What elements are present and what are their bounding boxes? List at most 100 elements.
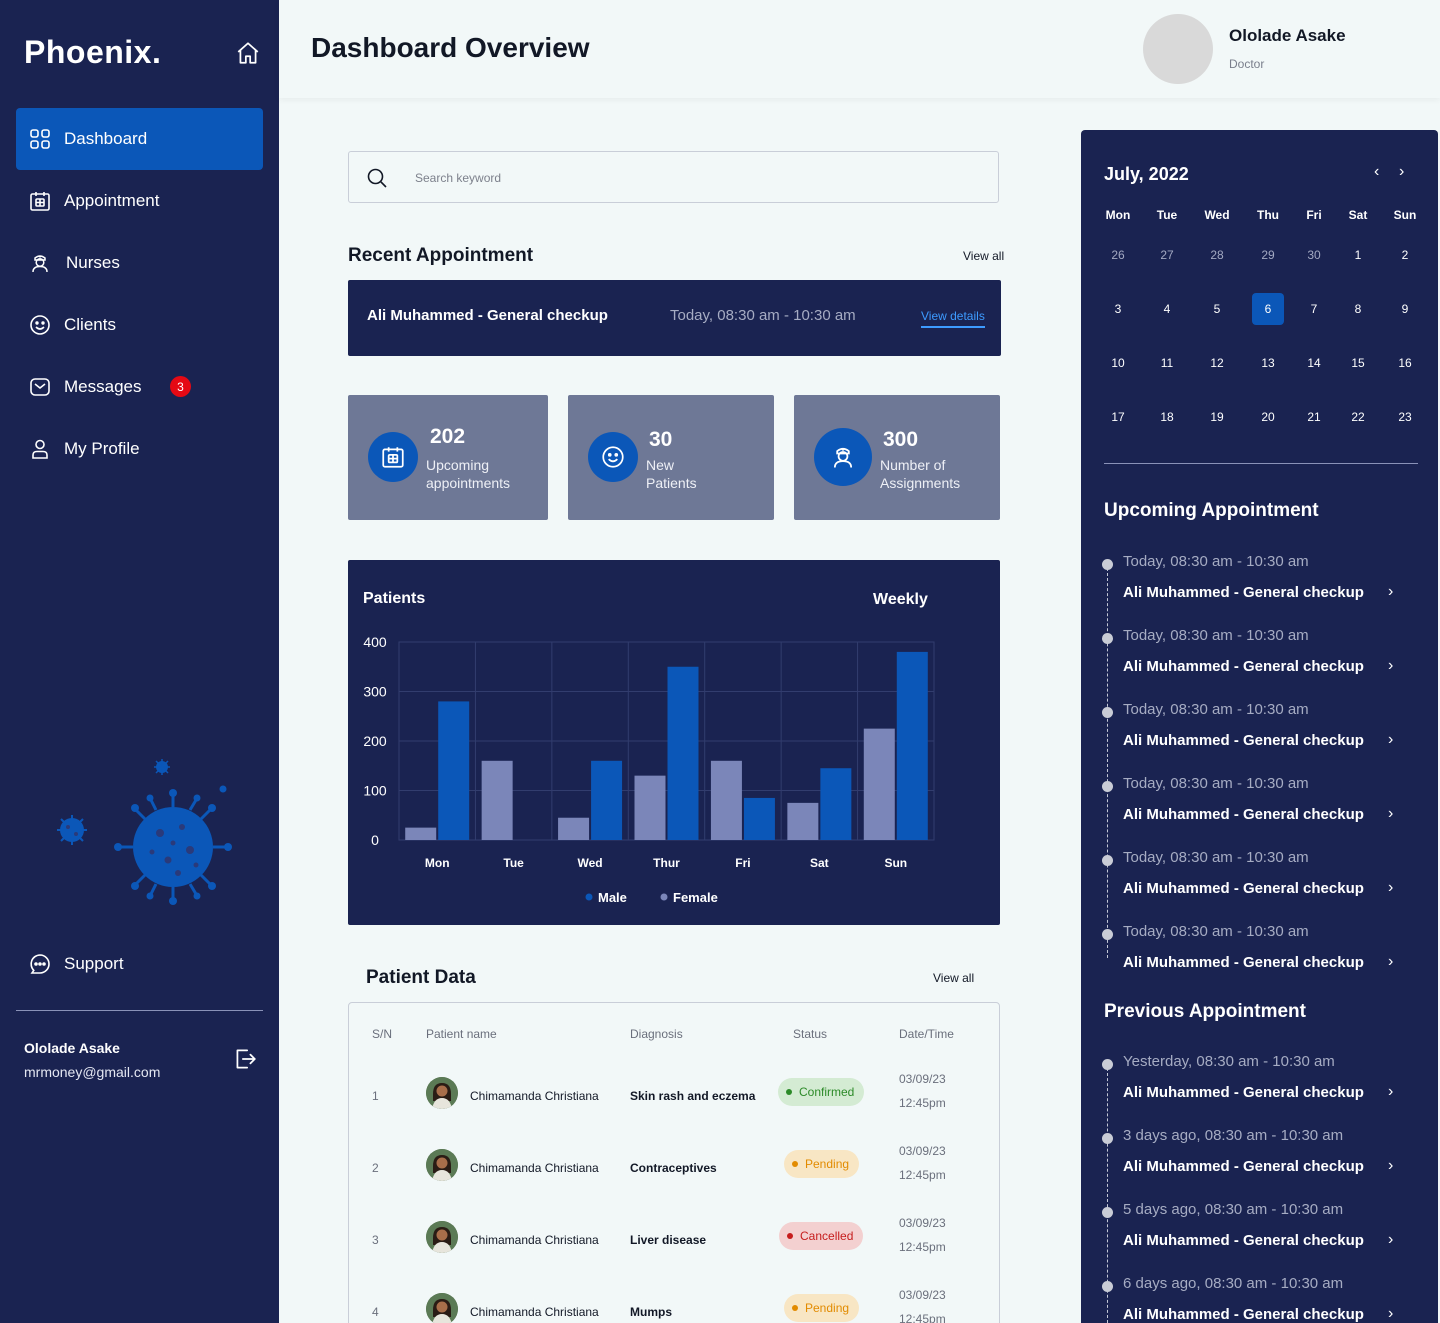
bar-female[interactable] (634, 775, 666, 840)
calendar-day[interactable]: 22 (1342, 401, 1374, 433)
chevron-right-icon[interactable]: › (1388, 1305, 1393, 1323)
appointment-item[interactable]: 6 days ago, 08:30 am - 10:30 am Ali Muham… (1100, 1275, 1420, 1323)
bar-female[interactable] (481, 760, 513, 840)
calendar-day[interactable]: 29 (1252, 239, 1284, 271)
chevron-right-icon[interactable]: › (1388, 1157, 1393, 1175)
user-icon (28, 437, 52, 461)
sidebar-item-dashboard[interactable]: Dashboard (16, 108, 263, 170)
search-input[interactable] (415, 164, 975, 192)
appointment-time: Yesterday, 08:30 am - 10:30 am (1123, 1053, 1335, 1070)
calendar-day[interactable]: 4 (1151, 293, 1183, 325)
calendar-day-header: Fri (1306, 208, 1322, 222)
calendar-day[interactable]: 28 (1201, 239, 1233, 271)
chevron-right-icon[interactable]: › (1388, 879, 1393, 897)
table-row[interactable]: 4 Chimamanda Christiana Mumps Pending 03… (349, 1288, 999, 1323)
calendar-day[interactable]: 11 (1151, 347, 1183, 379)
sidebar-item-messages[interactable]: Messages 3 (16, 356, 263, 418)
calendar-day[interactable]: 18 (1151, 401, 1183, 433)
stat-card-assignments[interactable]: 300 Number of Assignments (794, 395, 1000, 520)
calendar-day[interactable]: 20 (1252, 401, 1284, 433)
calendar-day[interactable]: 10 (1102, 347, 1134, 379)
calendar-day[interactable]: 26 (1102, 239, 1134, 271)
row-diagnosis: Contraceptives (630, 1161, 717, 1175)
calendar-day[interactable]: 6 (1252, 293, 1284, 325)
bar-female[interactable] (787, 802, 819, 840)
calendar-day[interactable]: 19 (1201, 401, 1233, 433)
x-tick-label: Mon (425, 856, 450, 870)
appointment-item[interactable]: Today, 08:30 am - 10:30 am Ali Muhammed -… (1100, 775, 1420, 849)
appointment-time: Today, 08:30 am - 10:30 am (1123, 553, 1309, 570)
page-title: Dashboard Overview (311, 32, 590, 63)
appointment-item[interactable]: Today, 08:30 am - 10:30 am Ali Muhammed -… (1100, 627, 1420, 701)
appointment-item[interactable]: Yesterday, 08:30 am - 10:30 am Ali Muhamm… (1100, 1053, 1420, 1127)
brand-logo[interactable]: Phoenix. (24, 34, 161, 71)
chevron-right-icon[interactable]: › (1388, 1083, 1393, 1101)
calendar-day[interactable]: 8 (1342, 293, 1374, 325)
row-diagnosis: Liver disease (630, 1233, 707, 1247)
calendar-day[interactable]: 3 (1102, 293, 1134, 325)
chevron-right-icon[interactable]: › (1388, 805, 1393, 823)
bar-female[interactable] (863, 728, 895, 840)
logout-icon[interactable] (232, 1046, 258, 1072)
calendar-day[interactable]: 15 (1342, 347, 1374, 379)
recent-appointment-card: Ali Muhammed - General checkup Today, 08… (348, 280, 1001, 356)
calendar-day[interactable]: 14 (1298, 347, 1330, 379)
bar-male[interactable] (438, 701, 470, 840)
legend-marker (585, 893, 593, 901)
calendar-day[interactable]: 7 (1298, 293, 1330, 325)
calendar-day[interactable]: 16 (1389, 347, 1421, 379)
calendar-day[interactable]: 1 (1342, 239, 1374, 271)
chevron-left-icon[interactable]: ‹ (1374, 163, 1379, 181)
timeline-dot (1102, 707, 1113, 718)
appointment-time: 3 days ago, 08:30 am - 10:30 am (1123, 1127, 1344, 1144)
x-tick-label: Sat (810, 856, 829, 870)
calendar-day[interactable]: 9 (1389, 293, 1421, 325)
calendar-day[interactable]: 5 (1201, 293, 1233, 325)
recent-view-all-link[interactable]: View all (963, 249, 1004, 263)
calendar-day[interactable]: 23 (1389, 401, 1421, 433)
chevron-right-icon[interactable]: › (1388, 953, 1393, 971)
chevron-right-icon[interactable]: › (1388, 731, 1393, 749)
calendar-day[interactable]: 17 (1102, 401, 1134, 433)
calendar-day[interactable]: 12 (1201, 347, 1233, 379)
appointment-item[interactable]: 3 days ago, 08:30 am - 10:30 am Ali Muham… (1100, 1127, 1420, 1201)
appointment-item[interactable]: Today, 08:30 am - 10:30 am Ali Muhammed -… (1100, 849, 1420, 923)
appointment-item[interactable]: Today, 08:30 am - 10:30 am Ali Muhammed -… (1100, 923, 1420, 997)
calendar-day[interactable]: 2 (1389, 239, 1421, 271)
appointment-item[interactable]: 5 days ago, 08:30 am - 10:30 am Ali Muham… (1100, 1201, 1420, 1275)
calendar-day[interactable]: 21 (1298, 401, 1330, 433)
home-icon[interactable] (235, 40, 261, 66)
bar-female[interactable] (710, 760, 742, 840)
row-date-time: 03/09/23 12:45pm (899, 1072, 946, 1110)
row-patient-name: Chimamanda Christiana (470, 1305, 599, 1319)
sidebar-item-appointment[interactable]: Appointment (16, 170, 263, 232)
calendar-day[interactable]: 30 (1298, 239, 1330, 271)
bar-female[interactable] (405, 827, 437, 840)
bar-male[interactable] (743, 797, 775, 840)
chevron-right-icon[interactable]: › (1388, 1231, 1393, 1249)
calendar-day[interactable]: 13 (1252, 347, 1284, 379)
stat-card-upcoming[interactable]: 202 Upcoming appointments (348, 395, 548, 520)
view-details-link[interactable]: View details (921, 309, 985, 328)
avatar (426, 1149, 458, 1181)
chevron-right-icon[interactable]: › (1399, 163, 1404, 181)
sidebar-item-clients[interactable]: Clients (16, 294, 263, 356)
avatar[interactable] (1143, 14, 1213, 84)
bar-male[interactable] (591, 760, 623, 840)
bar-male[interactable] (667, 666, 699, 840)
bar-female[interactable] (558, 817, 590, 840)
bar-male[interactable] (820, 768, 852, 840)
chevron-right-icon[interactable]: › (1388, 657, 1393, 675)
calendar-day[interactable]: 27 (1151, 239, 1183, 271)
sidebar-item-nurses[interactable]: Nurses (16, 232, 263, 294)
chevron-right-icon[interactable]: › (1388, 583, 1393, 601)
appointment-time: Today, 08:30 am - 10:30 am (1123, 849, 1309, 866)
appointment-item[interactable]: Today, 08:30 am - 10:30 am Ali Muhammed -… (1100, 553, 1420, 627)
support-link[interactable]: Support (28, 952, 124, 976)
appointment-item[interactable]: Today, 08:30 am - 10:30 am Ali Muhammed -… (1100, 701, 1420, 775)
patient-view-all-link[interactable]: View all (933, 971, 974, 985)
calendar-plus-icon (28, 189, 52, 213)
stat-card-new-patients[interactable]: 30 New Patients (568, 395, 774, 520)
bar-male[interactable] (896, 651, 928, 840)
sidebar-item-my-profile[interactable]: My Profile (16, 418, 263, 480)
